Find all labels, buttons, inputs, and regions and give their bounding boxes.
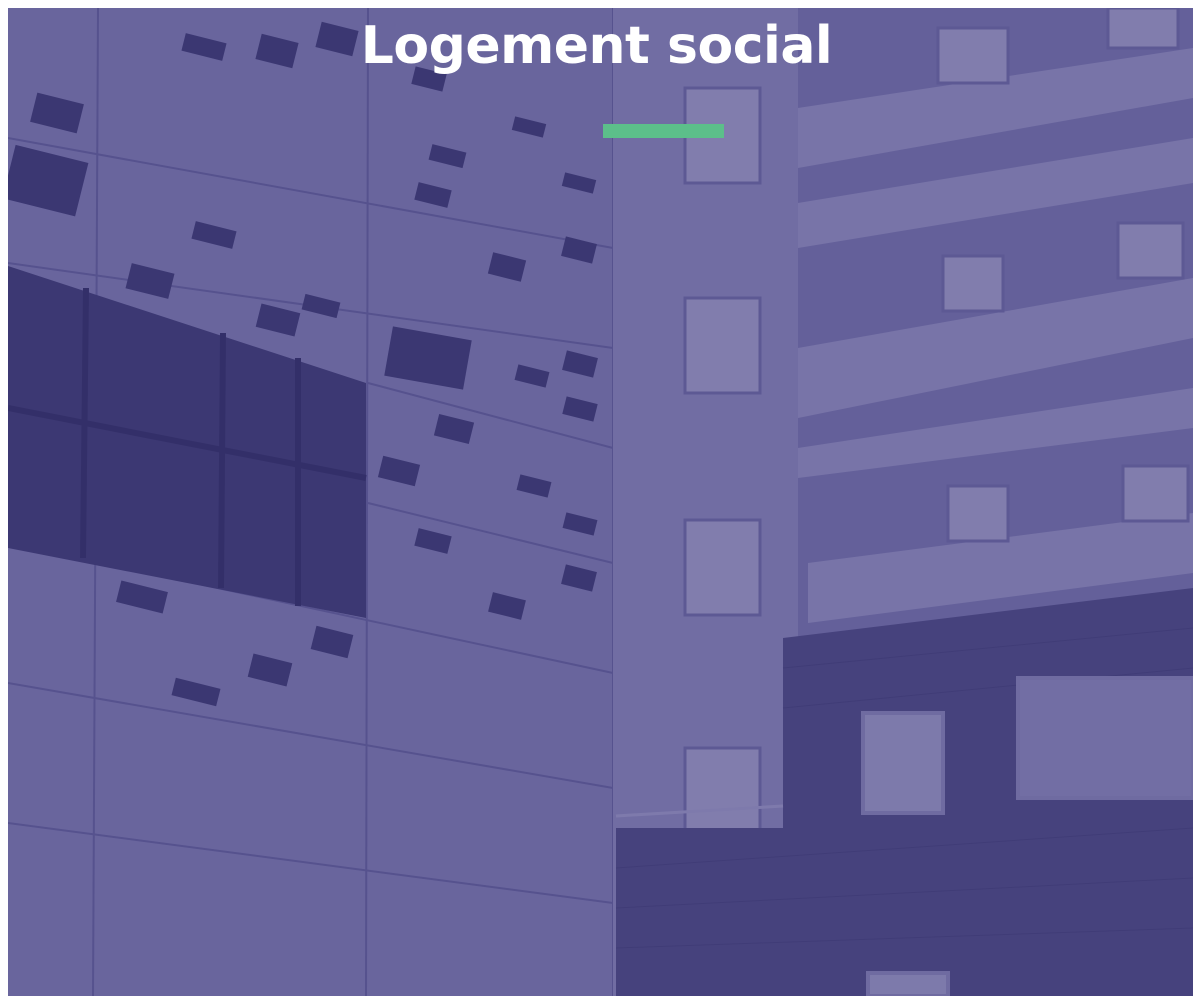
page-title: Logement social — [360, 16, 833, 76]
title-underline-accent — [603, 124, 724, 138]
background-photo — [8, 8, 1193, 996]
hero-banner — [8, 8, 1193, 996]
